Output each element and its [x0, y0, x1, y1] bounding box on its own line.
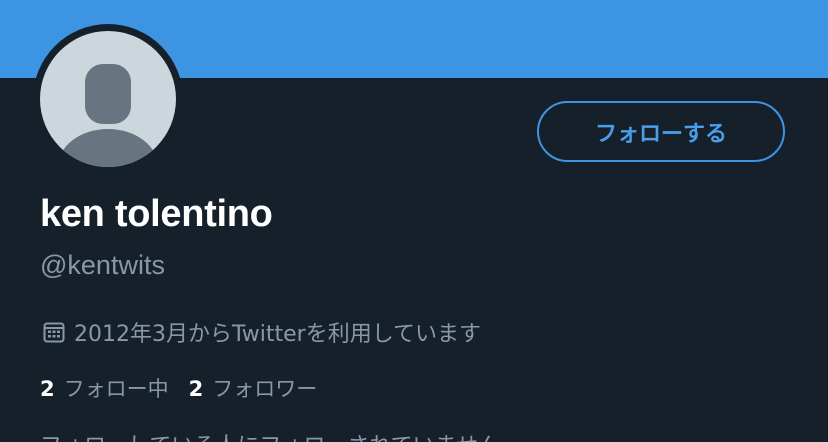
profile-page: フォローする ken tolentino @kentwits 2012年3月から…	[0, 0, 828, 442]
joined-date: 2012年3月からTwitterを利用しています	[42, 316, 481, 348]
following-label: フォロー中	[63, 377, 169, 401]
followers-label: フォロワー	[212, 377, 318, 401]
followed-by-note: フォローしている人にフォローされていません	[40, 428, 500, 442]
following-count: 2	[40, 377, 55, 401]
follow-button[interactable]: フォローする	[537, 101, 785, 162]
followers-link[interactable]: 2 フォロワー	[189, 373, 318, 403]
following-link[interactable]: 2 フォロー中	[40, 373, 169, 403]
user-handle: @kentwits	[40, 250, 165, 280]
calendar-icon	[42, 320, 66, 344]
default-profile-icon	[40, 31, 176, 167]
display-name: ken tolentino	[40, 193, 273, 235]
followers-count: 2	[188, 377, 204, 401]
avatar[interactable]	[33, 24, 183, 174]
follow-stats: 2 フォロー中 2 フォロワー	[40, 373, 317, 403]
joined-text: 2012年3月からTwitterを利用しています	[74, 322, 482, 347]
